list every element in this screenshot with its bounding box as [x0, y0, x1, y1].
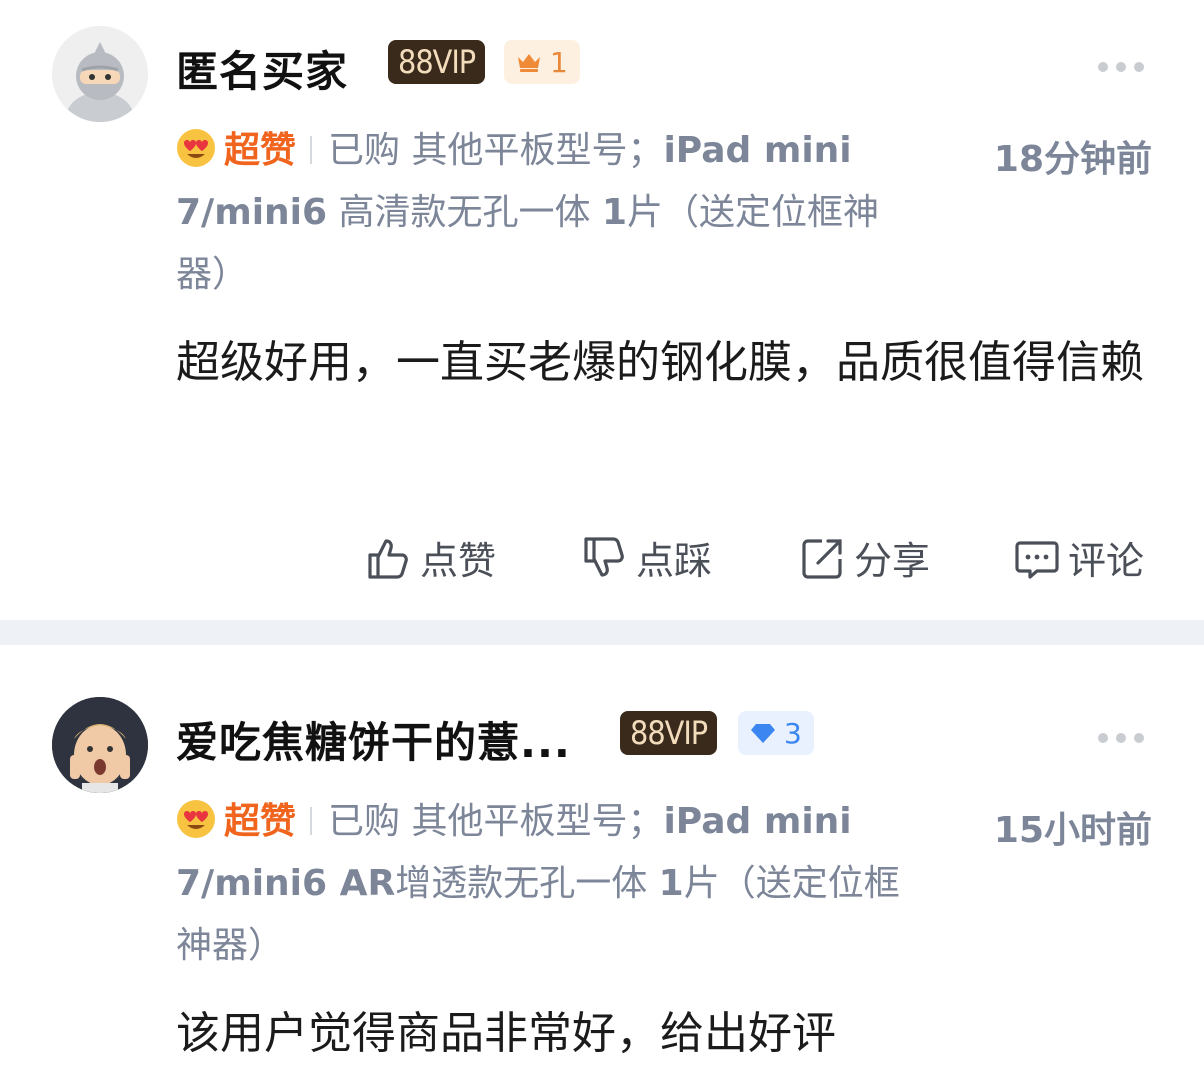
heart-eyes-emoji-icon	[177, 800, 215, 838]
like-button[interactable]: 点赞	[366, 530, 496, 585]
user-name[interactable]: 匿名买家	[176, 38, 348, 99]
dislike-button[interactable]: 点踩	[582, 530, 712, 585]
thumbs-up-icon	[368, 538, 408, 579]
review-actions: 点赞 点踩 分享 评论	[0, 530, 1204, 594]
review-time: 15小时前	[993, 810, 1152, 851]
member-level: 3	[784, 716, 802, 750]
review-separator	[0, 620, 1204, 645]
more-options-icon[interactable]	[1098, 733, 1144, 743]
like-label: 点赞	[420, 539, 497, 583]
crown-icon	[518, 54, 540, 72]
user-name[interactable]: 爱吃焦糖饼干的薏...	[176, 709, 571, 770]
user-avatar[interactable]	[52, 26, 148, 122]
member-level: 1	[550, 45, 568, 79]
diamond-icon	[751, 724, 775, 743]
vip-badge: 88VIP	[388, 40, 486, 84]
divider	[310, 136, 313, 164]
review-content: 超级好用，一直买老爆的钢化膜，品质很值得信赖	[176, 337, 1144, 388]
review-time: 18分钟前	[993, 139, 1152, 180]
purchase-info: 超赞 已购 其他平板型号；iPad mini 7/mini6 高清款无孔一体 1片…	[176, 120, 926, 306]
review-content: 该用户觉得商品非常好，给出好评	[176, 1008, 836, 1059]
comment-icon	[1015, 540, 1059, 579]
heart-eyes-emoji-icon	[177, 129, 215, 167]
member-level-badge: 3	[738, 711, 814, 755]
purchase-prefix: 已购 其他平板型号；	[328, 130, 664, 171]
comment-label: 评论	[1068, 539, 1145, 583]
thumbs-down-icon	[584, 536, 624, 577]
comment-button[interactable]: 评论	[1014, 530, 1144, 585]
member-level-badge: 1	[504, 40, 580, 84]
review-card: 爱吃焦糖饼干的薏... 88VIP 3 超赞 已购 其他平板型号；iPad min…	[0, 645, 1204, 1080]
share-button[interactable]: 分享	[800, 530, 930, 585]
purchase-variant: 增透款无孔一体	[395, 863, 659, 904]
share-icon	[802, 538, 842, 579]
purchase-variant: 高清款无孔一体	[327, 192, 602, 233]
review-card: 匿名买家 88VIP 1 超赞 已购 其他平板型号；iPad mini 7/min…	[0, 0, 1204, 620]
share-label: 分享	[854, 539, 931, 583]
purchase-info: 超赞 已购 其他平板型号；iPad mini 7/mini6 AR增透款无孔一体 …	[176, 791, 926, 977]
vip-badge: 88VIP	[620, 711, 718, 755]
more-options-icon[interactable]	[1098, 62, 1144, 72]
dislike-label: 点踩	[636, 539, 713, 583]
divider	[310, 807, 313, 835]
rating-badge: 超赞	[224, 130, 297, 171]
purchase-qty: 1	[601, 192, 628, 233]
purchase-prefix: 已购 其他平板型号；	[328, 801, 664, 842]
purchase-qty: 1	[658, 863, 684, 904]
user-avatar[interactable]	[52, 697, 148, 793]
rating-badge: 超赞	[224, 801, 297, 842]
